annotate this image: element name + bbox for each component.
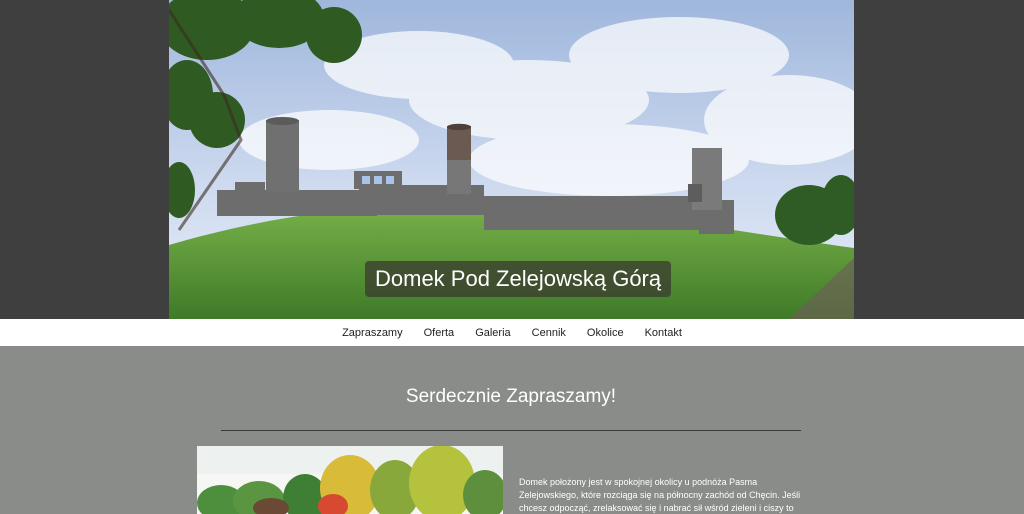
intro-text: Domek położony jest w spokojnej okolicy …: [519, 477, 801, 513]
nav-item-kontakt[interactable]: Kontakt: [645, 327, 682, 339]
nav-item-galeria[interactable]: Galeria: [475, 327, 510, 339]
nav-list: Zapraszamy Oferta Galeria Cennik Okolice…: [0, 319, 1024, 346]
page: Domek Pod Zelejowską Górą Zapraszamy Ofe…: [0, 0, 1024, 514]
nav-item-zapraszamy[interactable]: Zapraszamy: [342, 327, 403, 339]
welcome-section: Serdecznie Zapraszamy! Domek położony je…: [0, 346, 1024, 514]
hero-image-castle: Domek Pod Zelejowską Górą: [169, 0, 854, 319]
nav-item-okolice[interactable]: Okolice: [587, 327, 624, 339]
main-navigation: Zapraszamy Oferta Galeria Cennik Okolice…: [0, 319, 1024, 346]
nav-item-oferta[interactable]: Oferta: [424, 327, 455, 339]
autumn-trees-illustration: [197, 446, 503, 514]
autumn-trees-photo: [197, 446, 503, 514]
section-divider: [221, 430, 801, 431]
welcome-heading: Serdecznie Zapraszamy!: [405, 386, 617, 407]
site-title: Domek Pod Zelejowską Górą: [365, 261, 672, 297]
nav-item-cennik[interactable]: Cennik: [532, 327, 566, 339]
